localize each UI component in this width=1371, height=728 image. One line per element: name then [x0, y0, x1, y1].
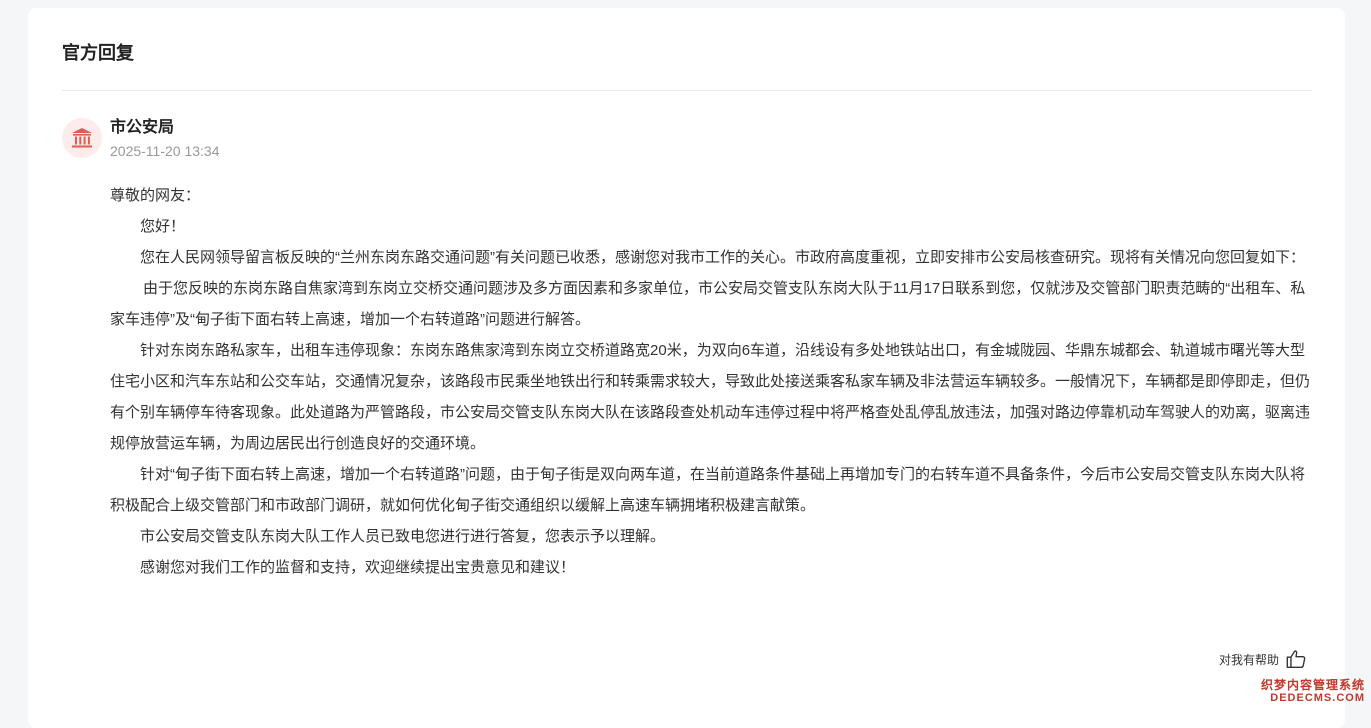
watermark-url: DEDECMS.COM [1270, 692, 1365, 704]
thumbs-up-icon [1286, 650, 1306, 668]
reply-greeting: 尊敬的网友： [110, 187, 201, 204]
helpful-button[interactable]: 对我有帮助 [1219, 648, 1307, 670]
section-title: 官方回复 [62, 43, 134, 63]
reply-content: 尊敬的网友： 您好！ 您在人民网领导留言板反映的“兰州东岗东路交通问题”有关问题… [110, 180, 1312, 583]
official-reply-card: 官方回复 市公安局 2025-11-20 13:34 尊敬的网友： 您好！ 您在… [28, 8, 1345, 728]
divider [62, 90, 1312, 91]
watermark-logo: 织梦内容管理系统 DEDECMS.COM [1261, 679, 1365, 705]
reply-paragraph: 感谢您对我们工作的监督和支持，欢迎继续提出宝贵意见和建议！ [140, 559, 576, 576]
reply-paragraph: 针对东岗东路私家车，出租车违停现象：东岗东路焦家湾到东岗立交桥道路宽20米，为双… [110, 342, 1311, 452]
reply-timestamp: 2025-11-20 13:34 [110, 143, 220, 159]
watermark-text: 织梦内容管理系统 [1260, 678, 1365, 692]
reply-paragraph: 市公安局交管支队东岗大队工作人员已致电您进行进行答复，您表示予以理解。 [140, 528, 666, 545]
reply-paragraph: 您好！ [140, 218, 186, 235]
reply-paragraph: 针对“甸子街下面右转上高速，增加一个右转道路”问题，由于甸子街是双向两车道，在当… [110, 466, 1305, 514]
reply-paragraph: 您在人民网领导留言板反映的“兰州东岗东路交通问题”有关问题已收悉，感谢您对我市工… [140, 249, 1305, 266]
government-building-icon [72, 128, 92, 148]
helpful-label: 对我有帮助 [1218, 652, 1279, 667]
reply-paragraph: 由于您反映的东岗东路自焦家湾到东岗立交桥交通问题涉及多方面因素和多家单位，市公安… [110, 280, 1306, 328]
department-name: 市公安局 [110, 119, 175, 136]
department-avatar [62, 118, 102, 158]
